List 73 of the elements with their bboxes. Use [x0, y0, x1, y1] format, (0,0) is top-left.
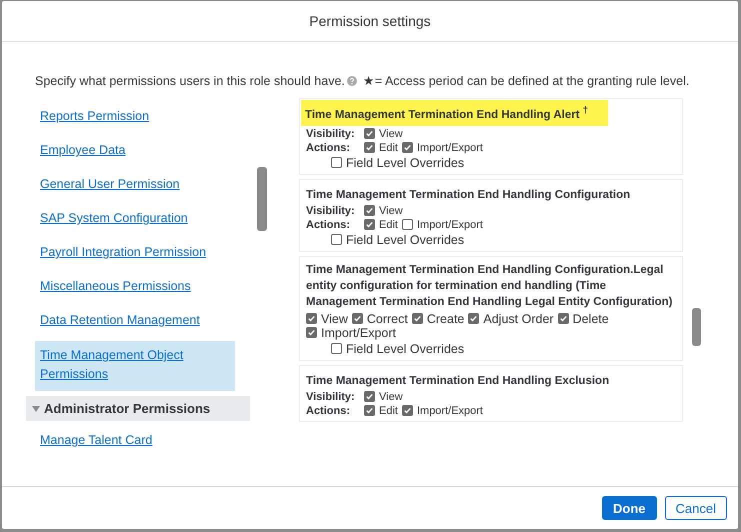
- nav-link[interactable]: SAP System Configuration: [40, 209, 230, 228]
- nav-item[interactable]: Data Retention Management: [35, 307, 230, 334]
- option-label: Edit: [379, 404, 398, 417]
- nav-item[interactable]: SAP System Configuration: [35, 205, 230, 232]
- option-label: Correct: [366, 312, 408, 326]
- checkbox[interactable]: [412, 313, 423, 324]
- checkbox[interactable]: [402, 142, 413, 154]
- checkbox[interactable]: [402, 405, 413, 416]
- checkbox[interactable]: [306, 313, 317, 324]
- nav-link[interactable]: Time Management Object Permissions: [40, 346, 230, 384]
- nav-link[interactable]: Manage Talent Card: [40, 431, 230, 450]
- nav-link[interactable]: General User Permission: [40, 175, 230, 194]
- group-label: Administrator Permissions: [44, 401, 210, 416]
- option-label: Field Level Overrides: [346, 232, 464, 247]
- option-label: Import/Export: [416, 142, 483, 154]
- checkbox[interactable]: [364, 391, 375, 402]
- checkbox[interactable]: [558, 313, 569, 324]
- option-label: View: [321, 312, 348, 326]
- scrollbar-thumb[interactable]: [257, 167, 267, 231]
- checkbox[interactable]: [331, 157, 342, 168]
- nav-item[interactable]: Time Management Object Permissions: [35, 341, 235, 391]
- row-label: Visibility:: [306, 204, 356, 217]
- option-label: Import/Export: [416, 404, 483, 417]
- option-label: Edit: [379, 218, 398, 231]
- checkbox[interactable]: [468, 313, 480, 324]
- option-label: Import/Export: [321, 326, 396, 340]
- option-label: Field Level Overrides: [346, 342, 464, 356]
- option-label: View: [379, 204, 403, 217]
- checkbox[interactable]: [352, 313, 363, 324]
- checkbox[interactable]: [402, 219, 413, 230]
- permission-title: Time Management Termination End Handling Exclusion: [306, 374, 610, 389]
- checkbox[interactable]: [331, 234, 342, 246]
- permission-title: Time Management Termination End Handling Alert $^{†}$: [301, 100, 608, 126]
- option-label: Delete: [572, 312, 609, 326]
- nav-item[interactable]: Employee Data: [35, 137, 230, 164]
- nav-link[interactable]: Reports Permission: [40, 107, 230, 126]
- scrollbar-thumb[interactable]: [692, 308, 701, 346]
- checkbox[interactable]: [364, 128, 375, 140]
- option-label: Field Level Overrides: [346, 156, 464, 170]
- nav-link[interactable]: Employee Data: [40, 141, 230, 160]
- nav-item[interactable]: Miscellaneous Permissions: [35, 273, 230, 300]
- description-text: Specify what permissions users in this role should have.: [35, 74, 345, 88]
- checkbox[interactable]: [364, 219, 375, 230]
- row-label: Actions:: [306, 142, 351, 154]
- nav-link[interactable]: Miscellaneous Permissions: [40, 277, 230, 296]
- row-label: Visibility:: [306, 390, 356, 403]
- permission-title: Time Management Termination End Handling Configuration.Legal entity configuration for termination end handling (Time Management Termination End Handling Legal Entity Configuration): [306, 262, 674, 310]
- nav-item[interactable]: Reports Permission: [35, 103, 230, 130]
- option-label: Import/Export: [416, 218, 483, 231]
- option-label: Create: [426, 312, 464, 326]
- cancel-button[interactable]: Cancel: [664, 496, 727, 520]
- row-label: Visibility:: [306, 128, 356, 140]
- row-label: Actions:: [306, 404, 351, 417]
- note-text: ★= Access period can be defined at the granting rule level.: [362, 73, 690, 88]
- checkbox[interactable]: [364, 205, 375, 216]
- option-label: Adjust Order: [483, 312, 554, 326]
- checkbox[interactable]: [331, 343, 342, 354]
- dialog-title: Permission settings: [309, 13, 431, 29]
- row-label: Actions:: [306, 218, 351, 231]
- permission-title: Time Management Termination End Handling Configuration: [306, 188, 630, 203]
- done-button[interactable]: Done: [602, 496, 657, 520]
- option-label: View: [379, 128, 403, 140]
- option-label: Edit: [379, 142, 398, 154]
- option-label: View: [379, 390, 403, 403]
- nav-link[interactable]: Payroll Integration Permission: [40, 243, 230, 262]
- checkbox[interactable]: [364, 142, 375, 154]
- nav-item[interactable]: Manage Talent Card: [35, 427, 230, 454]
- group-header[interactable]: Administrator Permissions: [26, 396, 250, 421]
- checkbox[interactable]: [364, 405, 375, 416]
- nav-link[interactable]: Data Retention Management: [40, 311, 230, 330]
- nav-item[interactable]: Payroll Integration Permission: [35, 239, 230, 266]
- checkbox[interactable]: [306, 327, 317, 338]
- nav-item[interactable]: General User Permission: [35, 171, 230, 198]
